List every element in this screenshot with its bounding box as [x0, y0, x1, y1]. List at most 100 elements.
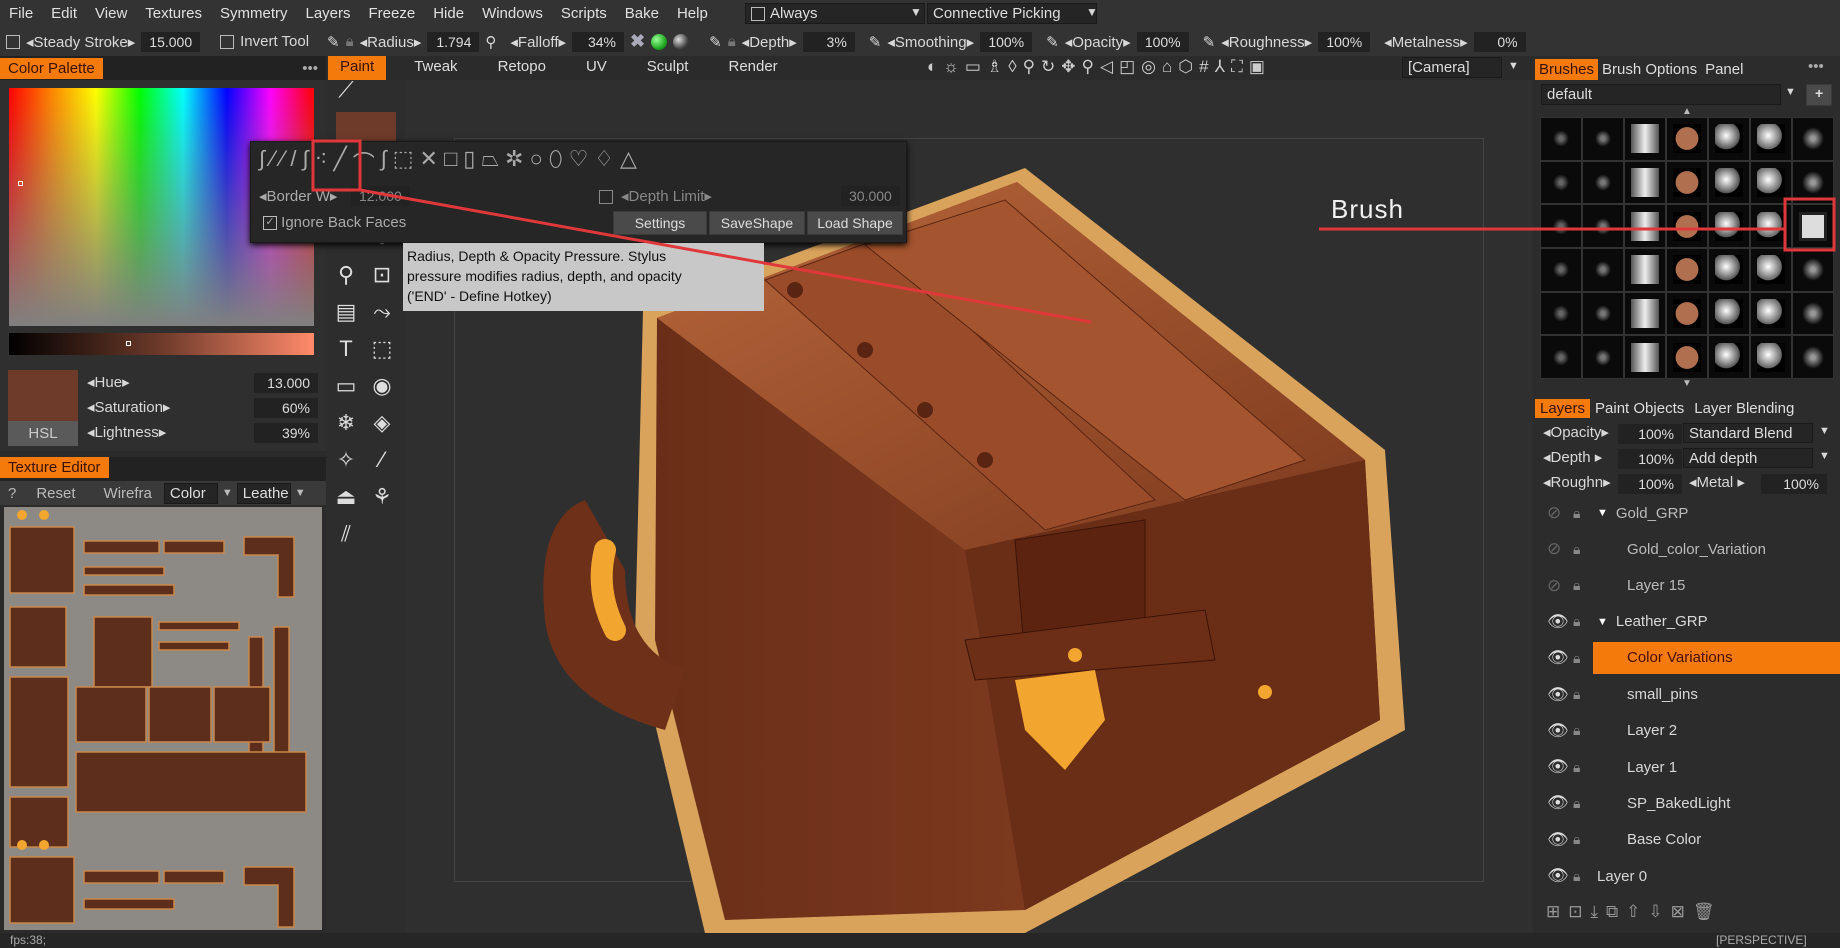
camera-dropdown[interactable]: [Camera] — [1402, 57, 1502, 78]
spline-icon[interactable]: ∫ — [381, 146, 387, 178]
brush-thumbnail[interactable] — [1624, 160, 1666, 205]
home-icon[interactable]: ⌂ — [1162, 57, 1172, 77]
lock-icon[interactable]: 🔒︎ — [346, 33, 354, 50]
tab-render[interactable]: Render — [716, 56, 789, 80]
move-up-icon[interactable]: ⇧ — [1626, 902, 1640, 922]
back-icon[interactable]: ◁ — [1100, 57, 1113, 77]
pencil-icon[interactable]: ✎ — [327, 33, 340, 51]
brush-thumbnail[interactable] — [1540, 248, 1582, 292]
texture-editor-tab[interactable]: Texture Editor — [0, 457, 109, 478]
tab-layer-blending[interactable]: Layer Blending — [1689, 399, 1799, 418]
lightness-input[interactable]: 39% — [254, 423, 318, 443]
brush-thumbnail[interactable] — [1750, 291, 1792, 336]
brush-thumbnail[interactable] — [1708, 291, 1750, 336]
lock-icon[interactable]: 🔒︎ — [1573, 577, 1593, 594]
brush-thumbnail[interactable] — [1666, 204, 1708, 248]
brush-thumbnail[interactable] — [1540, 117, 1582, 161]
tab-brush-options[interactable]: Brush Options — [1598, 59, 1701, 80]
x-mirror-icon[interactable]: ✖ — [630, 31, 645, 52]
depth-label[interactable]: ◂Depth▸ — [742, 33, 797, 51]
pencil-icon[interactable]: ✎ — [869, 33, 882, 51]
layer-roughness-input[interactable]: 100% — [1618, 474, 1682, 494]
line-icon[interactable]: ╱ — [333, 146, 346, 178]
tab-layers[interactable]: Layers — [1535, 399, 1591, 418]
wand-tool-icon[interactable]: ✧ — [330, 444, 362, 476]
layer-row[interactable]: 👁︎ 🔒︎ Layer 1 — [1535, 751, 1840, 783]
layer-row[interactable]: 👁︎ 🔒︎ Color Variations — [1535, 642, 1840, 675]
layer-metal-label[interactable]: ◂Metal ▸ — [1689, 473, 1745, 491]
add-preset-button[interactable]: + — [1806, 84, 1833, 106]
depth-mode-dropdown[interactable]: Add depth — [1683, 448, 1813, 468]
lock-icon[interactable]: 🔒︎ — [1573, 759, 1593, 776]
chevron-down-icon[interactable]: ▼ — [1819, 450, 1830, 462]
clear-layer-icon[interactable]: ⊠ — [1671, 902, 1685, 922]
hue-label[interactable]: ◂Hue▸ — [87, 373, 130, 391]
brush-thumbnail[interactable] — [1666, 160, 1708, 205]
tab-sculpt[interactable]: Sculpt — [635, 56, 701, 80]
menu-scripts[interactable]: Scripts — [552, 5, 616, 22]
load-shape-button[interactable]: Load Shape — [807, 211, 903, 235]
menu-help[interactable]: Help — [668, 5, 717, 22]
brush-thumbnail[interactable] — [1540, 204, 1582, 248]
layer-row[interactable]: 👁︎ 🔒︎ small_pins — [1535, 679, 1840, 711]
saturation-label[interactable]: ◂Saturation▸ — [87, 398, 170, 416]
dropper-tool-icon[interactable]: ⁄ — [366, 444, 398, 476]
tab-brushes[interactable]: Brushes — [1535, 58, 1599, 80]
ruler-tool-icon[interactable]: ⫽ — [330, 518, 362, 550]
roughness-label[interactable]: ◂Roughness▸ — [1221, 33, 1312, 51]
brush-thumbnail[interactable] — [1582, 204, 1624, 248]
layer-row[interactable]: 👁︎ 🔒︎ Layer 2 — [1535, 715, 1840, 747]
menu-file[interactable]: File — [0, 5, 42, 22]
brush-thumbnail[interactable] — [1540, 335, 1582, 379]
radius-label[interactable]: ◂Radius▸ — [360, 33, 422, 51]
brush-preset-dropdown[interactable]: default — [1541, 84, 1781, 105]
eye-icon[interactable]: 👁︎ — [1547, 612, 1573, 632]
lock-icon[interactable]: 🔒︎ — [1573, 795, 1593, 812]
delete-layer-icon[interactable]: 🗑︎ — [1693, 902, 1715, 922]
eye-hidden-icon[interactable]: ⊘ — [1547, 503, 1573, 523]
brush-thumbnail[interactable] — [1750, 204, 1792, 248]
brush-thumbnail[interactable] — [1792, 117, 1834, 161]
picking-dropdown[interactable]: Connective Picking — [927, 3, 1097, 24]
uv-texture-canvas[interactable] — [4, 507, 322, 930]
tab-retopo[interactable]: Retopo — [486, 56, 558, 80]
iron-tool-icon[interactable]: ⏏ — [330, 481, 362, 513]
eye-hidden-icon[interactable]: ⊘ — [1547, 576, 1573, 596]
saturation-input[interactable]: 60% — [254, 398, 318, 418]
contrast-icon[interactable]: ◐ — [927, 57, 937, 77]
lamp-icon[interactable]: ♗ — [987, 57, 1002, 77]
brush-thumbnail[interactable] — [1666, 335, 1708, 379]
layer-opacity-label[interactable]: ◂Opacity▸ — [1543, 424, 1609, 441]
depth-input[interactable]: 3% — [802, 31, 855, 52]
brush-thumbnail[interactable] — [1582, 117, 1624, 161]
expand-arrow-icon[interactable]: ▼ — [1597, 507, 1608, 519]
lasso-alt-icon[interactable]: ♢ — [594, 146, 614, 178]
scroll-down-icon[interactable]: ▼ — [1682, 378, 1692, 389]
brush-thumbnail[interactable] — [1708, 335, 1750, 379]
brush-thumbnail[interactable] — [1582, 291, 1624, 336]
lock-icon[interactable]: 🔒︎ — [1573, 541, 1593, 558]
path-tool-icon[interactable]: ⤳ — [366, 296, 398, 328]
tab-paint-objects[interactable]: Paint Objects — [1590, 399, 1689, 418]
stroke-pressure-icon[interactable]: ∫ — [259, 146, 265, 178]
save-shape-button[interactable]: SaveShape — [709, 211, 805, 235]
eye-icon[interactable]: 👁︎ — [1547, 830, 1573, 850]
menu-hide[interactable]: Hide — [424, 5, 473, 22]
eye-icon[interactable]: 👁︎ — [1547, 721, 1573, 741]
chevron-down-icon[interactable]: ▼ — [295, 487, 306, 499]
menu-textures[interactable]: Textures — [136, 5, 211, 22]
axis-icon[interactable]: ⅄ — [1215, 57, 1225, 77]
bucket-tool-icon[interactable]: ◈ — [366, 407, 398, 439]
text-tool-icon[interactable]: T — [330, 333, 362, 365]
lightness-label[interactable]: ◂Lightness▸ — [87, 423, 166, 441]
cube-icon[interactable]: ⬡ — [1178, 57, 1193, 77]
lasso-icon[interactable]: ♡ — [569, 146, 589, 178]
lock-icon[interactable]: 🔒︎ — [1573, 650, 1593, 667]
image-icon[interactable]: ▣ — [1249, 57, 1265, 77]
trapezoid-icon[interactable]: ⏢ — [481, 146, 499, 178]
steady-stroke-label[interactable]: ◂Steady Stroke▸ — [26, 33, 135, 51]
hsl-mode-button[interactable]: HSL — [8, 421, 78, 446]
rotate-icon[interactable]: ↻ — [1041, 57, 1055, 77]
node-icon[interactable]: ⚲ — [1023, 57, 1035, 77]
layer-dropdown[interactable]: Leathe — [236, 482, 291, 504]
